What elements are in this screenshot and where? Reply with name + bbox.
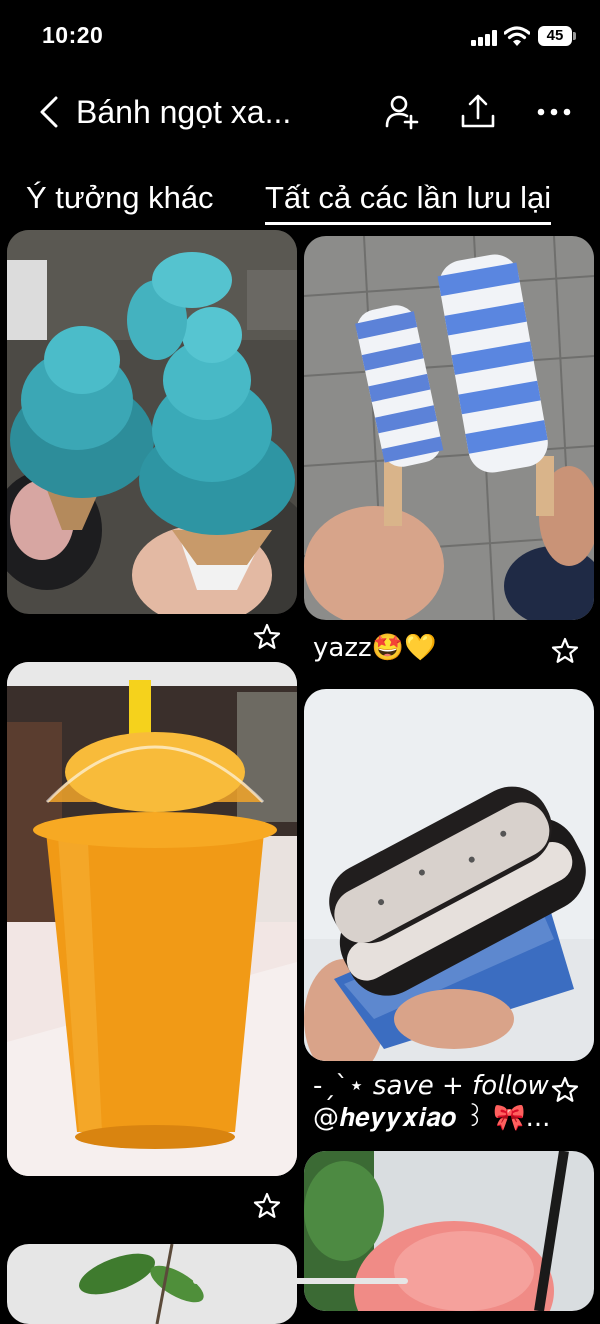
pin-caption-line1: -ˏˋ⋆ 𝘴𝘢𝘷𝘦 + 𝘧𝘰𝘭𝘭𝘰𝘸 — [313, 1071, 549, 1101]
share-icon[interactable] — [458, 92, 498, 132]
tab-all-saves[interactable]: Tất cả các lần lưu lại — [265, 180, 552, 225]
pin-image[interactable] — [304, 689, 594, 1061]
pin-image[interactable] — [304, 236, 594, 620]
more-horizontal-icon[interactable] — [534, 92, 574, 132]
pin-image[interactable] — [7, 662, 297, 1176]
wifi-icon — [504, 26, 530, 46]
pin-image[interactable] — [304, 1151, 594, 1311]
star-icon[interactable] — [550, 1075, 580, 1105]
star-icon[interactable] — [252, 622, 282, 652]
pin-caption-line2: @𝒉𝒆𝒚𝒚𝒙𝒊𝒂𝒐 ꒱ 🎀... — [313, 1103, 551, 1133]
chevron-left-icon[interactable] — [36, 94, 64, 130]
pin-image[interactable] — [7, 1244, 297, 1324]
add-person-icon[interactable] — [382, 92, 422, 132]
status-bar: 10:20 45 — [0, 0, 600, 74]
battery-icon: 45 — [538, 26, 576, 46]
board-tabs: Ý tưởng khác Tất cả các lần lưu lại — [0, 176, 600, 226]
board-title: Bánh ngọt xa... — [76, 94, 292, 130]
pin-caption: yazz🤩💛 — [313, 633, 437, 663]
status-time: 10:20 — [42, 22, 104, 48]
tab-more-ideas[interactable]: Ý tưởng khác — [26, 180, 214, 216]
home-indicator[interactable] — [193, 1278, 408, 1284]
star-icon[interactable] — [252, 1191, 282, 1221]
star-icon[interactable] — [550, 636, 580, 666]
pin-image[interactable] — [7, 230, 297, 614]
board-header: Bánh ngọt xa... — [0, 80, 600, 144]
cellular-signal-icon — [471, 30, 499, 46]
